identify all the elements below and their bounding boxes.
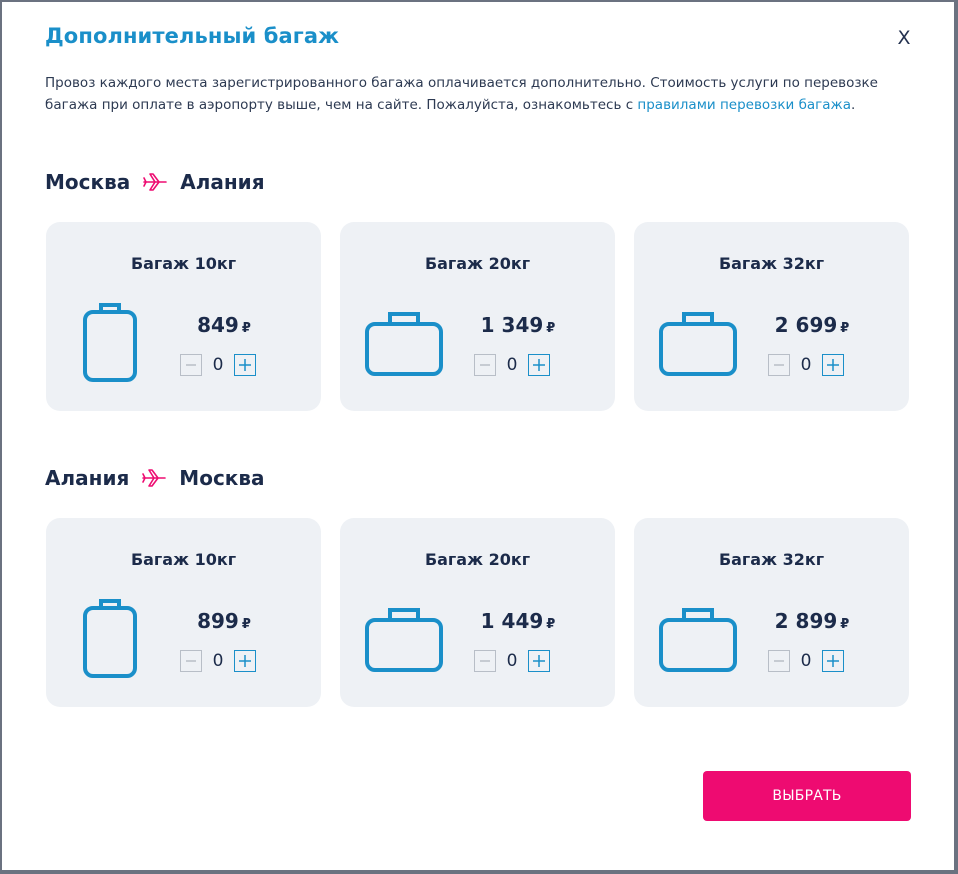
close-icon[interactable]: X [894, 28, 914, 48]
decrease-button[interactable] [474, 650, 496, 672]
increase-button[interactable] [528, 650, 550, 672]
suitcase-icon [659, 608, 737, 672]
increase-button[interactable] [822, 650, 844, 672]
route-heading: Алания Москва [45, 466, 265, 490]
quantity-stepper: 0 [180, 354, 256, 376]
modal-title: Дополнительный багаж [45, 24, 340, 48]
baggage-description: Провоз каждого места зарегистрированного… [45, 72, 915, 116]
baggage-card: Багаж 10кг 849 ₽ 0 [46, 222, 321, 411]
baggage-title: Багаж 20кг [424, 254, 531, 273]
baggage-modal: Дополнительный багаж X Провоз каждого ме… [2, 2, 954, 870]
quantity-stepper: 0 [768, 354, 844, 376]
plus-icon [239, 655, 251, 667]
plus-icon [827, 359, 839, 371]
minus-icon [774, 364, 784, 366]
quantity-stepper: 0 [474, 650, 550, 672]
baggage-title: Багаж 32кг [718, 550, 825, 569]
plus-icon [827, 655, 839, 667]
quantity-value: 0 [800, 355, 812, 375]
baggage-price: 899 ₽ [197, 609, 251, 633]
quantity-stepper: 0 [768, 650, 844, 672]
decrease-button[interactable] [768, 354, 790, 376]
suitcase-icon [365, 312, 443, 376]
baggage-price: 2 699 ₽ [774, 313, 850, 337]
baggage-card: Багаж 32кг 2 699 ₽ 0 [634, 222, 909, 411]
decrease-button[interactable] [768, 650, 790, 672]
plus-icon [533, 655, 545, 667]
increase-button[interactable] [234, 650, 256, 672]
route-from: Алания [45, 466, 130, 490]
minus-icon [480, 364, 490, 366]
carry-on-bag-icon [83, 303, 137, 382]
quantity-stepper: 0 [180, 650, 256, 672]
route-heading: Москва Алания [45, 170, 265, 194]
quantity-value: 0 [506, 355, 518, 375]
suitcase-icon [365, 608, 443, 672]
plane-icon [143, 173, 168, 191]
decrease-button[interactable] [180, 354, 202, 376]
minus-icon [774, 660, 784, 662]
route-to: Москва [179, 466, 265, 490]
quantity-value: 0 [212, 651, 224, 671]
quantity-value: 0 [800, 651, 812, 671]
decrease-button[interactable] [180, 650, 202, 672]
baggage-price: 1 449 ₽ [480, 609, 556, 633]
plus-icon [239, 359, 251, 371]
baggage-options: Багаж 10кг 899₽ 0 Багаж 20кг 1 449₽ 0 [46, 518, 909, 707]
baggage-price: 1 349 ₽ [480, 313, 556, 337]
minus-icon [480, 660, 490, 662]
baggage-title: Багаж 10кг [130, 254, 237, 273]
decrease-button[interactable] [474, 354, 496, 376]
baggage-title: Багаж 20кг [424, 550, 531, 569]
quantity-stepper: 0 [474, 354, 550, 376]
minus-icon [186, 364, 196, 366]
baggage-title: Багаж 10кг [130, 550, 237, 569]
description-end: . [850, 97, 856, 113]
quantity-value: 0 [506, 651, 518, 671]
baggage-options: Багаж 10кг 849₽ 0 Багаж 20кг 1 349₽ 0 [46, 222, 909, 411]
increase-button[interactable] [234, 354, 256, 376]
baggage-card: Багаж 20кг 1 349 ₽ 0 [340, 222, 615, 411]
baggage-title: Багаж 32кг [718, 254, 825, 273]
select-button[interactable]: ВЫБРАТЬ [703, 771, 911, 821]
baggage-rules-link[interactable]: правилами перевозки багажа [637, 97, 851, 113]
carry-on-bag-icon [83, 599, 137, 678]
suitcase-icon [659, 312, 737, 376]
route-to: Алания [180, 170, 265, 194]
route-from: Москва [45, 170, 131, 194]
baggage-card: Багаж 32кг 2 899 ₽ 0 [634, 518, 909, 707]
baggage-price: 2 899 ₽ [774, 609, 850, 633]
baggage-card: Багаж 20кг 1 449 ₽ 0 [340, 518, 615, 707]
plane-icon [142, 469, 167, 487]
minus-icon [186, 660, 196, 662]
baggage-card: Багаж 10кг 899 ₽ 0 [46, 518, 321, 707]
increase-button[interactable] [822, 354, 844, 376]
plus-icon [533, 359, 545, 371]
baggage-price: 849 ₽ [197, 313, 251, 337]
quantity-value: 0 [212, 355, 224, 375]
increase-button[interactable] [528, 354, 550, 376]
